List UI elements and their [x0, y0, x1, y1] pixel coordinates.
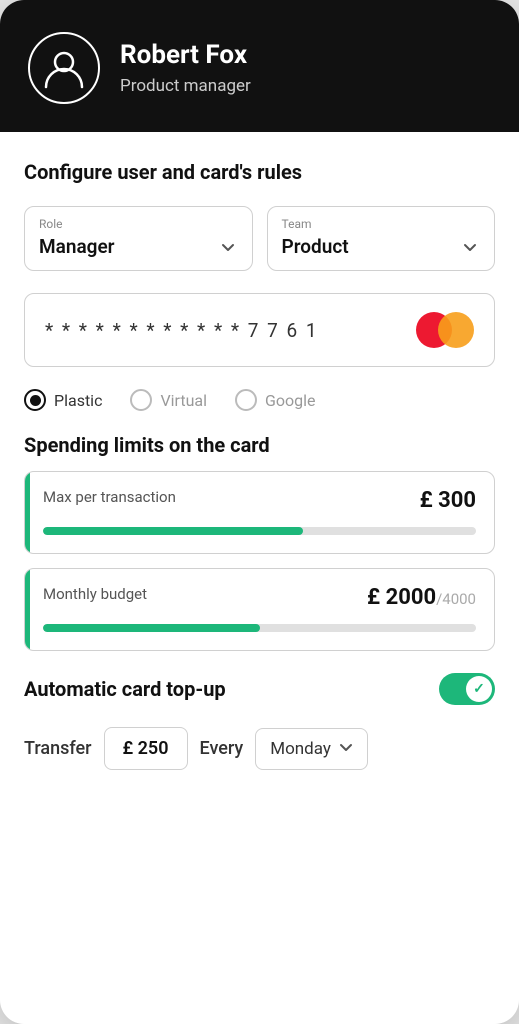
- max-transaction-value: £ 300: [420, 488, 476, 513]
- max-transaction-card: Max per transaction £ 300: [24, 471, 495, 554]
- card-number: * * * * * * * * * * * * 7 7 6 1: [45, 319, 319, 342]
- spending-section: Spending limits on the card Max per tran…: [24, 433, 495, 651]
- main-content: Configure user and card's rules Role Man…: [0, 132, 519, 802]
- role-label: Role: [39, 217, 238, 231]
- radio-virtual-label: Virtual: [160, 391, 207, 410]
- transfer-label: Transfer: [24, 738, 92, 759]
- user-header: Robert Fox Product manager: [0, 0, 519, 132]
- toggle-check-icon: ✓: [473, 681, 485, 697]
- monthly-budget-progress-bg: [43, 624, 476, 632]
- max-transaction-amount: 300: [438, 488, 476, 513]
- card-number-box: * * * * * * * * * * * * 7 7 6 1: [24, 293, 495, 367]
- radio-google[interactable]: Google: [235, 389, 316, 411]
- radio-plastic-label: Plastic: [54, 391, 102, 410]
- radio-plastic[interactable]: Plastic: [24, 389, 102, 411]
- monthly-budget-amount: 2000: [386, 585, 437, 610]
- monthly-budget-total: /4000: [436, 590, 476, 608]
- max-transaction-progress-fill: [43, 527, 303, 535]
- radio-google-label: Google: [265, 391, 316, 410]
- radio-virtual[interactable]: Virtual: [130, 389, 207, 411]
- transfer-row: Transfer £ 250 Every Monday: [24, 727, 495, 770]
- every-label: Every: [200, 738, 244, 759]
- radio-plastic-inner: [30, 395, 41, 406]
- team-label: Team: [282, 217, 481, 231]
- main-card: Robert Fox Product manager Configure use…: [0, 0, 519, 1024]
- toggle-knob: ✓: [466, 676, 492, 702]
- role-dropdown[interactable]: Role Manager: [24, 206, 253, 271]
- user-role: Product manager: [120, 76, 251, 96]
- avatar: [28, 32, 100, 104]
- role-value-row: Manager: [39, 235, 238, 258]
- monthly-budget-card: Monthly budget £ 2000/4000: [24, 568, 495, 651]
- max-transaction-top: Max per transaction £ 300: [43, 488, 476, 513]
- configure-title: Configure user and card's rules: [24, 160, 495, 184]
- transfer-amount[interactable]: £ 250: [104, 727, 188, 770]
- role-value: Manager: [39, 235, 115, 258]
- monthly-budget-progress-fill: [43, 624, 260, 632]
- topup-row: Automatic card top-up ✓: [24, 673, 495, 705]
- header-text: Robert Fox Product manager: [120, 40, 251, 95]
- card-type-radio-group: Plastic Virtual Google: [24, 389, 495, 411]
- user-name: Robert Fox: [120, 40, 251, 71]
- team-value-row: Product: [282, 235, 481, 258]
- mastercard-icon: [416, 312, 474, 348]
- team-chevron-icon: [460, 237, 480, 257]
- team-value: Product: [282, 235, 349, 258]
- day-value: Monday: [270, 739, 331, 759]
- max-transaction-label: Max per transaction: [43, 488, 176, 506]
- day-chevron-icon: [339, 739, 353, 759]
- radio-plastic-outer: [24, 389, 46, 411]
- dropdowns-row: Role Manager Team Product: [24, 206, 495, 271]
- max-transaction-currency: £: [420, 488, 433, 513]
- radio-virtual-outer: [130, 389, 152, 411]
- team-dropdown[interactable]: Team Product: [267, 206, 496, 271]
- day-select[interactable]: Monday: [255, 728, 368, 770]
- role-chevron-icon: [218, 237, 238, 257]
- max-transaction-progress-bg: [43, 527, 476, 535]
- monthly-budget-label: Monthly budget: [43, 585, 147, 603]
- monthly-budget-top: Monthly budget £ 2000/4000: [43, 585, 476, 610]
- spending-title: Spending limits on the card: [24, 433, 495, 457]
- monthly-budget-value: £ 2000/4000: [367, 585, 476, 610]
- monthly-budget-currency: £: [367, 585, 380, 610]
- radio-google-outer: [235, 389, 257, 411]
- topup-toggle[interactable]: ✓: [439, 673, 495, 705]
- mc-yellow-circle: [438, 312, 474, 348]
- topup-title: Automatic card top-up: [24, 677, 226, 701]
